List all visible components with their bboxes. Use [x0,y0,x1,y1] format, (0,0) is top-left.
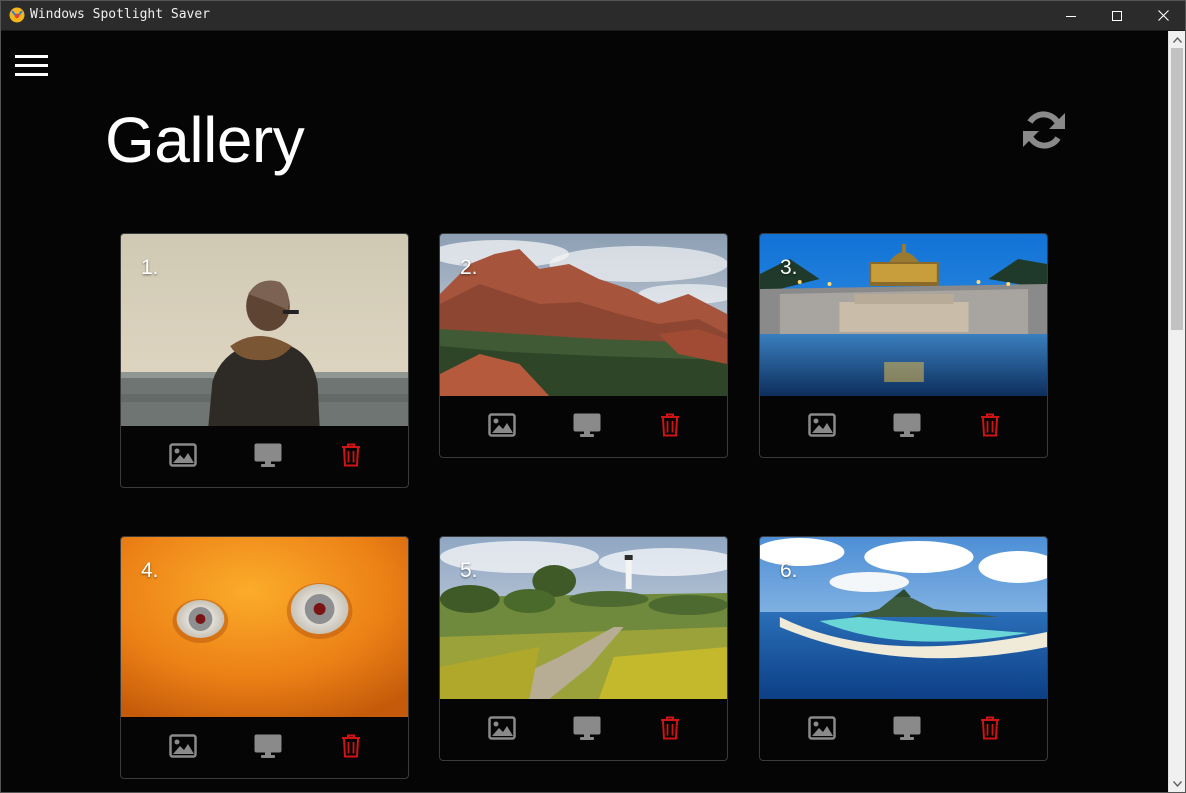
delete-image-button[interactable] [975,714,1005,742]
monitor-icon [254,734,282,758]
red-rock-mountains-image [440,234,727,396]
trash-icon [981,716,999,740]
gallery-card: 4. [120,536,409,779]
trash-icon [981,413,999,437]
save-image-button[interactable] [487,714,517,742]
wallpaper-thumbnail[interactable]: 4. [121,537,408,717]
set-desktop-background-button[interactable] [892,411,922,439]
image-icon [169,443,197,467]
monitor-icon [893,716,921,740]
image-icon [169,734,197,758]
monitor-icon [573,716,601,740]
card-actions [440,396,727,457]
image-icon [488,413,516,437]
maximize-icon [1112,10,1122,21]
wallpaper-thumbnail[interactable]: 6. [760,537,1047,699]
card-actions [121,426,408,487]
palace-fountain-night-image [760,234,1047,396]
wallpaper-index: 2. [460,256,478,279]
minimize-icon [1066,15,1076,17]
chevron-up-icon [1173,36,1182,43]
monitor-icon [573,413,601,437]
set-desktop-background-button[interactable] [572,714,602,742]
set-desktop-background-button[interactable] [572,411,602,439]
set-desktop-background-button[interactable] [892,714,922,742]
vertical-scrollbar[interactable] [1168,31,1185,792]
trash-icon [342,443,360,467]
wallpaper-index: 4. [141,559,159,582]
scroll-thumb[interactable] [1171,48,1183,330]
wallpaper-thumbnail[interactable]: 1. [121,234,408,426]
save-image-button[interactable] [807,411,837,439]
monitor-icon [893,413,921,437]
image-icon [808,413,836,437]
card-actions [440,699,727,760]
image-icon [488,716,516,740]
wallpaper-index: 5. [460,559,478,582]
delete-image-button[interactable] [975,411,1005,439]
save-image-button[interactable] [487,411,517,439]
lighthouse-meadow-path-image [440,537,727,699]
close-button[interactable] [1140,0,1186,31]
card-actions [760,699,1047,760]
trash-icon [342,734,360,758]
app-icon [9,7,25,23]
set-desktop-background-button[interactable] [253,732,283,760]
trash-icon [661,716,679,740]
set-desktop-background-button[interactable] [253,441,283,469]
gallery-card: 6. [759,536,1048,761]
gallery-card: 3. [759,233,1048,458]
refresh-icon [1023,111,1065,149]
app-content: Gallery 1. 2. 3. 4. 5. 6. [1,31,1168,792]
wallpaper-thumbnail[interactable]: 2. [440,234,727,396]
minimize-button[interactable] [1048,0,1094,31]
save-image-button[interactable] [807,714,837,742]
delete-image-button[interactable] [336,732,366,760]
scroll-down-button[interactable] [1169,775,1186,792]
card-actions [121,717,408,778]
page-title: Gallery [105,104,305,176]
person-by-sea-image [121,234,408,426]
monitor-icon [254,443,282,467]
wallpaper-thumbnail[interactable]: 3. [760,234,1047,396]
card-actions [760,396,1047,457]
maximize-button[interactable] [1094,0,1140,31]
refresh-button[interactable] [1021,107,1067,153]
delete-image-button[interactable] [655,714,685,742]
gallery-card: 1. [120,233,409,488]
scroll-up-button[interactable] [1169,31,1186,48]
wallpaper-thumbnail[interactable]: 5. [440,537,727,699]
title-bar: Windows Spotlight Saver [0,0,1186,31]
gallery-card: 5. [439,536,728,761]
image-icon [808,716,836,740]
delete-image-button[interactable] [655,411,685,439]
save-image-button[interactable] [168,441,198,469]
delete-image-button[interactable] [336,441,366,469]
wallpaper-index: 6. [780,559,798,582]
gallery-card: 2. [439,233,728,458]
tropical-island-aerial-image [760,537,1047,699]
hamburger-menu-icon [15,55,48,58]
wallpaper-index: 1. [141,256,159,279]
chevron-down-icon [1173,780,1182,787]
trash-icon [661,413,679,437]
hamburger-menu-button[interactable] [15,54,49,80]
eyes-on-orange-image [121,537,408,717]
hamburger-line [15,64,48,67]
hamburger-line [15,73,48,76]
window-title: Windows Spotlight Saver [30,7,211,22]
close-icon [1157,10,1169,21]
wallpaper-index: 3. [780,256,798,279]
save-image-button[interactable] [168,732,198,760]
